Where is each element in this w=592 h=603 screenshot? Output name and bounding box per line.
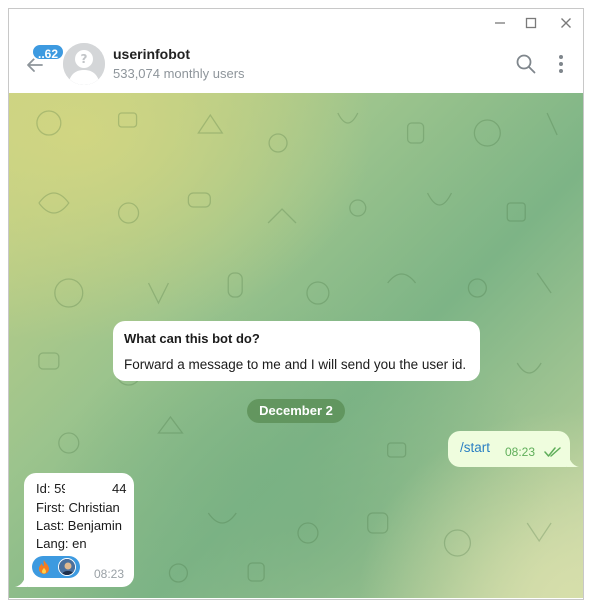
user-id-line[interactable]: Id: 59 (36, 481, 69, 496)
telegram-window: ..62 ? userinfobot 533,074 monthly users (8, 8, 584, 600)
language-line: Lang: en (36, 536, 87, 551)
more-menu-button[interactable] (550, 52, 572, 76)
incoming-message[interactable]: Id: 59 44 First: Christian Last: Benjami… (24, 473, 134, 587)
bot-description-text: Forward a message to me and I will send … (124, 357, 467, 372)
chat-header: ..62 ? userinfobot 533,074 monthly users (9, 37, 583, 93)
reactor-avatar (58, 558, 76, 576)
outgoing-message-time: 08:23 (505, 445, 536, 459)
more-vertical-icon (559, 55, 563, 73)
outgoing-message-text[interactable]: /start (460, 440, 490, 455)
date-separator[interactable]: December 2 (247, 399, 345, 423)
avatar[interactable]: ? (63, 43, 105, 85)
search-icon (516, 54, 536, 74)
last-name-line: Last: Benjamin (36, 518, 122, 533)
bot-description-card: What can this bot do? Forward a message … (113, 321, 480, 381)
double-check-icon (544, 447, 561, 457)
user-id-suffix: 44 (112, 481, 127, 496)
close-button[interactable] (555, 13, 577, 33)
chat-status: 533,074 monthly users (113, 66, 245, 81)
user-placeholder-icon: ? (63, 43, 105, 85)
incoming-message-time: 08:23 (94, 567, 125, 581)
user-avatar-icon (59, 559, 75, 575)
minimize-icon (495, 22, 505, 24)
fire-icon (39, 560, 49, 574)
maximize-icon (525, 17, 537, 29)
title-bar (9, 9, 583, 37)
composer-edge (9, 598, 583, 599)
chat-background: What can this bot do? Forward a message … (9, 93, 583, 599)
maximize-button[interactable] (520, 13, 542, 33)
bot-description-title: What can this bot do? (124, 331, 260, 346)
user-id-text: Id: 59 (36, 481, 69, 496)
reaction-chip[interactable] (32, 556, 80, 578)
redacted-region (65, 481, 112, 497)
outgoing-message[interactable]: /start 08:23 (448, 431, 570, 467)
minimize-button[interactable] (489, 13, 511, 33)
search-button[interactable] (515, 53, 537, 75)
svg-text:?: ? (81, 52, 88, 66)
chat-title[interactable]: userinfobot (113, 46, 190, 62)
unread-badge: ..62 (31, 43, 66, 61)
first-name-line: First: Christian (36, 500, 120, 515)
close-icon (561, 18, 571, 28)
